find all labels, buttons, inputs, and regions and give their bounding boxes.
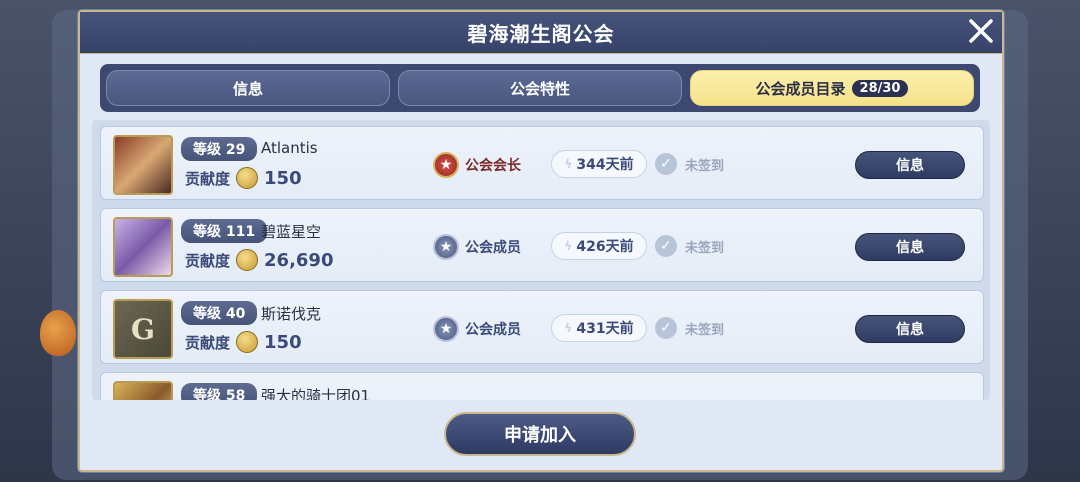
info-button[interactable]: 信息 (855, 233, 965, 261)
role: ★ 公会会长 (433, 152, 521, 178)
guild-panel: 碧海潮生阁公会 信息 公会特性 公会成员目录 28/30 等级 29 Atlan… (78, 10, 1004, 472)
member-badge-icon: ★ (433, 234, 459, 260)
member-name: Atlantis (261, 139, 318, 157)
contribution: 贡献度 26,690 (185, 249, 333, 271)
close-icon (969, 19, 993, 43)
lightning-icon: ϟ (564, 321, 573, 335)
lightning-icon: ϟ (564, 157, 573, 171)
member-row: 等级 29 Atlantis 贡献度 150 ★ 公会会长 ϟ 344天前 ✓ … (100, 126, 984, 200)
checkin-text: 未签到 (685, 158, 725, 174)
contribution-label: 贡献度 (185, 333, 231, 352)
check-icon: ✓ (655, 317, 677, 339)
member-list[interactable]: 等级 29 Atlantis 贡献度 150 ★ 公会会长 ϟ 344天前 ✓ … (92, 120, 990, 400)
contribution-label: 贡献度 (185, 251, 231, 270)
tab-member-list-label: 公会成员目录 (755, 79, 846, 98)
level-badge: 等级 111 (181, 219, 268, 243)
level-badge: 等级 58 (181, 383, 258, 400)
info-button[interactable]: 信息 (855, 315, 965, 343)
mascot-character (40, 310, 76, 356)
level-badge: 等级 40 (181, 301, 258, 325)
avatar[interactable]: G (113, 299, 173, 359)
last-seen-pill: ϟ 344天前 (551, 150, 647, 178)
avatar-glyph: G (131, 312, 155, 346)
tab-info[interactable]: 信息 (106, 70, 390, 106)
level-badge: 等级 29 (181, 137, 258, 161)
role-label: 公会成员 (465, 240, 521, 256)
leader-badge-icon: ★ (433, 152, 459, 178)
contribution-value: 150 (264, 167, 302, 189)
contribution-label: 贡献度 (185, 169, 231, 188)
coin-icon (236, 167, 259, 189)
last-seen-text: 431天前 (576, 321, 634, 337)
member-row: 等级 58 强大的骑士团01 (100, 372, 984, 400)
tab-bar: 信息 公会特性 公会成员目录 28/30 (100, 64, 980, 112)
close-button[interactable] (964, 14, 998, 48)
info-button[interactable]: 信息 (855, 151, 965, 179)
member-name: 斯诺伐克 (261, 305, 322, 323)
check-icon: ✓ (655, 153, 677, 175)
role-label: 公会会长 (465, 158, 521, 174)
lightning-icon: ϟ (564, 239, 573, 253)
member-count-badge: 28/30 (851, 79, 909, 97)
role: ★ 公会成员 (433, 316, 521, 342)
tab-guild-traits-label: 公会特性 (509, 79, 570, 98)
checkin-status: ✓ 未签到 (655, 153, 724, 175)
member-name: 强大的骑士团01 (261, 387, 371, 400)
title-bar: 碧海潮生阁公会 (80, 12, 1002, 54)
coin-icon (236, 331, 259, 353)
avatar[interactable] (113, 381, 173, 400)
contribution-value: 26,690 (264, 249, 334, 271)
guild-title: 碧海潮生阁公会 (467, 22, 615, 46)
member-row: G 等级 40 斯诺伐克 贡献度 150 ★ 公会成员 ϟ 431天前 ✓ 未签… (100, 290, 984, 364)
member-name: 碧蓝星空 (261, 223, 322, 241)
checkin-text: 未签到 (685, 240, 725, 256)
avatar[interactable] (113, 217, 173, 277)
checkin-status: ✓ 未签到 (655, 317, 724, 339)
coin-icon (236, 249, 259, 271)
contribution-value: 150 (264, 331, 302, 353)
tab-member-list[interactable]: 公会成员目录 28/30 (690, 70, 974, 106)
tab-guild-traits[interactable]: 公会特性 (398, 70, 682, 106)
avatar[interactable] (113, 135, 173, 195)
last-seen-text: 426天前 (576, 239, 634, 255)
member-badge-icon: ★ (433, 316, 459, 342)
apply-join-button[interactable]: 申请加入 (444, 412, 636, 456)
checkin-text: 未签到 (685, 322, 725, 338)
last-seen-pill: ϟ 431天前 (551, 314, 647, 342)
contribution: 贡献度 150 (185, 331, 302, 353)
last-seen-pill: ϟ 426天前 (551, 232, 647, 260)
checkin-status: ✓ 未签到 (655, 235, 724, 257)
tab-info-label: 信息 (232, 79, 263, 98)
member-row: 等级 111 碧蓝星空 贡献度 26,690 ★ 公会成员 ϟ 426天前 ✓ … (100, 208, 984, 282)
check-icon: ✓ (655, 235, 677, 257)
role: ★ 公会成员 (433, 234, 521, 260)
last-seen-text: 344天前 (576, 157, 634, 173)
contribution: 贡献度 150 (185, 167, 302, 189)
role-label: 公会成员 (465, 322, 521, 338)
